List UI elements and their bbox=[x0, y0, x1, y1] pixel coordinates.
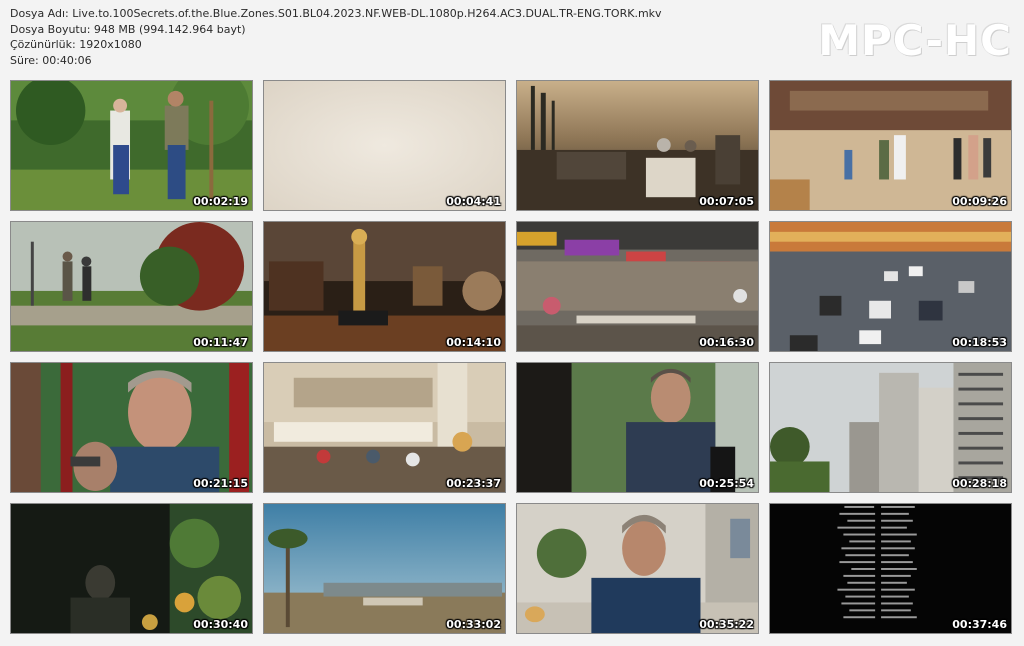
thumbnail-10: 00:23:37 bbox=[263, 362, 506, 493]
thumbnail-grid: 00:02:19 00:04:41 00:07:05 00:09:26 00:1… bbox=[10, 80, 1014, 636]
duration-line: Süre: 00:40:06 bbox=[10, 53, 92, 67]
thumbnail-9: 00:21:15 bbox=[10, 362, 253, 493]
timestamp: 00:18:53 bbox=[952, 336, 1007, 349]
timestamp: 00:07:05 bbox=[699, 195, 754, 208]
file-info-panel: Dosya Adı: Live.to.100Secrets.of.the.Blu… bbox=[10, 6, 662, 68]
thumbnail-5: 00:11:47 bbox=[10, 221, 253, 352]
scene-hawker-image bbox=[517, 222, 758, 351]
timestamp: 00:28:18 bbox=[952, 477, 1007, 490]
thumbnail-3: 00:07:05 bbox=[516, 80, 759, 211]
timestamp: 00:21:15 bbox=[193, 477, 248, 490]
thumbnail-16: 00:37:46 bbox=[769, 503, 1012, 634]
scene-dinner-image bbox=[517, 81, 758, 210]
thumbnail-6: 00:14:10 bbox=[263, 221, 506, 352]
timestamp: 00:35:22 bbox=[699, 618, 754, 631]
scene-park-image bbox=[11, 222, 252, 351]
thumbnail-13: 00:30:40 bbox=[10, 503, 253, 634]
scene-towers-image bbox=[770, 363, 1011, 492]
scene-man-talking-image bbox=[517, 504, 758, 633]
scene-blank-image bbox=[264, 81, 505, 210]
timestamp: 00:25:54 bbox=[699, 477, 754, 490]
timestamp: 00:30:40 bbox=[193, 618, 248, 631]
thumbnail-4: 00:09:26 bbox=[769, 80, 1012, 211]
scene-garden-image bbox=[11, 81, 252, 210]
thumbnail-7: 00:16:30 bbox=[516, 221, 759, 352]
timestamp: 00:16:30 bbox=[699, 336, 754, 349]
thumbnail-1: 00:02:19 bbox=[10, 80, 253, 211]
scene-food-court-image bbox=[264, 363, 505, 492]
thumbnail-8: 00:18:53 bbox=[769, 221, 1012, 352]
thumbnail-2: 00:04:41 bbox=[263, 80, 506, 211]
resolution-line: Çözünürlük: 1920x1080 bbox=[10, 38, 142, 52]
scene-plaza-image bbox=[770, 81, 1011, 210]
timestamp: 00:09:26 bbox=[952, 195, 1007, 208]
timestamp: 00:11:47 bbox=[193, 336, 248, 349]
scene-trophy-image bbox=[264, 222, 505, 351]
scene-interview-image bbox=[517, 363, 758, 492]
scene-man-closeup-image bbox=[11, 363, 252, 492]
timestamp: 00:14:10 bbox=[446, 336, 501, 349]
timestamp: 00:02:19 bbox=[193, 195, 248, 208]
thumbnail-15: 00:35:22 bbox=[516, 503, 759, 634]
scene-night-image bbox=[11, 504, 252, 633]
thumbnail-14: 00:33:02 bbox=[263, 503, 506, 634]
scene-highway-image bbox=[770, 222, 1011, 351]
scene-credits-image bbox=[770, 504, 1011, 633]
timestamp: 00:23:37 bbox=[446, 477, 501, 490]
file-name-line: Dosya Adı: Live.to.100Secrets.of.the.Blu… bbox=[10, 7, 662, 20]
thumbnail-11: 00:25:54 bbox=[516, 362, 759, 493]
timestamp: 00:37:46 bbox=[952, 618, 1007, 631]
thumbnail-12: 00:28:18 bbox=[769, 362, 1012, 493]
file-size-line: Dosya Boyutu: 948 MB (994.142.964 bayt) bbox=[10, 22, 246, 36]
timestamp: 00:33:02 bbox=[446, 618, 501, 631]
scene-palm-image bbox=[264, 504, 505, 633]
timestamp: 00:04:41 bbox=[446, 195, 501, 208]
mpc-hc-logo: MPC-HC bbox=[818, 16, 1012, 65]
